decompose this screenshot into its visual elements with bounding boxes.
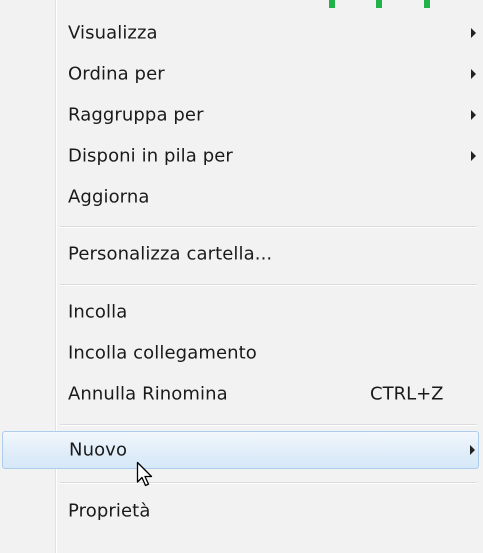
menu-item-incolla-collegamento[interactable]: Incolla collegamento — [4, 334, 476, 372]
menu-separator — [60, 226, 477, 228]
menu-item-label: Raggruppa per — [68, 104, 204, 126]
menu-item-shortcut: CTRL+Z — [370, 383, 444, 405]
submenu-arrow-icon — [471, 28, 476, 38]
menu-item-ordina-per[interactable]: Ordina per — [4, 55, 476, 93]
menu-item-raggruppa-per[interactable]: Raggruppa per — [4, 96, 476, 134]
submenu-arrow-icon — [470, 445, 475, 455]
menu-item-annulla-rinomina[interactable]: Annulla Rinomina CTRL+Z — [4, 375, 476, 413]
menu-item-nuovo[interactable]: Nuovo — [2, 431, 479, 469]
submenu-arrow-icon — [471, 110, 476, 120]
menu-item-label: Personalizza cartella... — [68, 243, 273, 265]
accent-mark — [329, 0, 335, 8]
accent-mark — [424, 0, 430, 8]
menu-item-visualizza[interactable]: Visualizza — [4, 14, 476, 52]
menu-item-label: Aggiorna — [68, 186, 150, 208]
menu-item-label: Incolla collegamento — [68, 342, 257, 364]
menu-item-proprieta[interactable]: Proprietà — [4, 492, 476, 530]
menu-item-label: Incolla — [68, 301, 128, 323]
menu-separator — [60, 284, 477, 286]
menu-item-incolla[interactable]: Incolla — [4, 293, 476, 331]
menu-item-aggiorna[interactable]: Aggiorna — [4, 178, 476, 216]
submenu-arrow-icon — [471, 151, 476, 161]
menu-item-disponi-in-pila-per[interactable]: Disponi in pila per — [4, 137, 476, 175]
menu-item-label: Annulla Rinomina — [68, 383, 228, 405]
context-menu: Visualizza Ordina per Raggruppa per Disp… — [0, 0, 483, 553]
menu-separator — [60, 482, 477, 484]
menu-item-personalizza-cartella[interactable]: Personalizza cartella... — [4, 235, 476, 273]
menu-item-label: Proprietà — [68, 500, 151, 522]
menu-item-label: Visualizza — [68, 22, 158, 44]
accent-mark — [376, 0, 382, 8]
menu-separator — [60, 424, 477, 426]
menu-item-label: Disponi in pila per — [68, 145, 233, 167]
menu-item-label: Ordina per — [68, 63, 165, 85]
menu-item-label: Nuovo — [69, 439, 128, 461]
submenu-arrow-icon — [471, 69, 476, 79]
mouse-cursor-icon — [136, 461, 153, 487]
